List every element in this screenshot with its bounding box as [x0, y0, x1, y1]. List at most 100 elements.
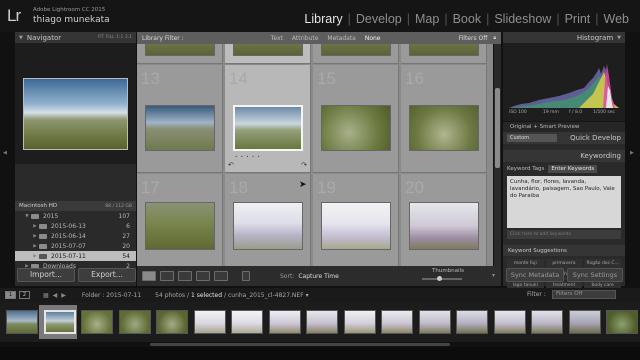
photo-thumbnail[interactable] [409, 44, 479, 56]
grid-cell[interactable]: 19 [313, 174, 399, 266]
right-panel-collapse-icon[interactable]: ▶ [630, 150, 634, 156]
grid-cell[interactable] [137, 44, 223, 64]
filter-none-tab[interactable]: None [365, 35, 381, 42]
filmstrip-thumbnail[interactable] [456, 310, 488, 334]
collapsed-arrow-icon[interactable]: ▶ [31, 234, 39, 239]
folder-row[interactable]: ▶ 2015-06-14 27 [15, 231, 136, 241]
filmstrip-folder[interactable]: Folder : 2015-07-11 [82, 292, 141, 299]
grid-cell[interactable] [401, 44, 487, 64]
main-window-button[interactable]: 1 [5, 291, 16, 299]
collapsed-arrow-icon[interactable]: ▶ [31, 254, 39, 259]
filter-text-tab[interactable]: Text [271, 35, 283, 42]
rotate-right-icon[interactable]: ↷ [301, 161, 307, 169]
import-button[interactable]: Import... [17, 268, 75, 282]
survey-view-icon[interactable] [196, 271, 210, 281]
painter-icon[interactable] [242, 271, 250, 281]
grid-cell[interactable] [313, 44, 399, 64]
filmstrip-thumbnail[interactable] [531, 310, 563, 334]
module-develop[interactable]: Develop [351, 12, 407, 26]
module-library[interactable]: Library [299, 12, 347, 26]
add-keywords-input[interactable]: Click here to add keywords [507, 230, 621, 239]
sort-select[interactable]: Capture Time [298, 273, 338, 280]
rating-dots[interactable]: • • • • • [235, 154, 261, 159]
folder-row[interactable]: ▶ 2015-07-11 54 [15, 251, 136, 261]
photo-thumbnail[interactable] [409, 105, 479, 151]
grid-cell-selected[interactable]: 14 • • • • • ↶ ↷ [225, 65, 311, 173]
filter-metadata-tab[interactable]: Metadata [327, 35, 355, 42]
module-slideshow[interactable]: Slideshow [489, 12, 556, 26]
grid-nav-arrows-icon[interactable]: ▦◀▶ [43, 292, 70, 299]
module-web[interactable]: Web [599, 12, 634, 26]
filter-status[interactable]: Filters Off [459, 35, 488, 42]
grid-scrollbar[interactable] [494, 44, 501, 266]
histogram[interactable]: ISO 100 19 mm f / 8.0 1/500 sec [503, 44, 625, 122]
filmstrip-thumbnail[interactable] [156, 310, 188, 334]
left-panel-collapse-icon[interactable]: ◀ [3, 150, 7, 156]
rotate-left-icon[interactable]: ↶ [228, 161, 234, 169]
filmstrip-thumbnail[interactable] [606, 310, 638, 334]
people-view-icon[interactable] [214, 271, 228, 281]
filmstrip-thumbnail[interactable] [118, 310, 151, 334]
toolbar-menu-icon[interactable]: ▾ [492, 272, 495, 279]
sync-metadata-button[interactable]: Sync Metadata [506, 268, 564, 282]
filmstrip-thumbnail[interactable] [268, 310, 301, 334]
filmstrip-thumbnail[interactable] [418, 310, 451, 334]
photo-thumbnail[interactable] [321, 105, 391, 151]
collapsed-arrow-icon[interactable]: ▶ [31, 244, 39, 249]
photo-thumbnail[interactable] [233, 202, 303, 250]
keywording-header[interactable]: Keywording [503, 150, 625, 162]
export-button[interactable]: Export... [78, 268, 136, 282]
thumbnail-size-slider-knob[interactable] [437, 276, 442, 281]
module-print[interactable]: Print [560, 12, 596, 26]
grid-cell[interactable]: 16 [401, 65, 487, 173]
quick-develop-preset-select[interactable]: Custom [507, 134, 557, 142]
keyword-tags-mode-select[interactable]: Enter Keywords [548, 165, 598, 173]
filmstrip-thumbnail[interactable] [343, 310, 376, 334]
photo-thumbnail[interactable] [409, 202, 479, 250]
grid-cell[interactable]: 15 [313, 65, 399, 173]
filmstrip-thumbnail[interactable] [6, 310, 38, 334]
photo-thumbnail[interactable] [233, 105, 303, 151]
filmstrip-thumbnail[interactable] [568, 310, 601, 334]
thumbnail-size-slider[interactable] [422, 276, 462, 281]
module-book[interactable]: Book [448, 12, 487, 26]
second-window-button[interactable]: 2 [19, 291, 30, 299]
photo-thumbnail[interactable] [145, 202, 215, 250]
compare-view-icon[interactable] [178, 271, 192, 281]
histogram-header[interactable]: Histogram ▼ [503, 32, 625, 44]
folder-row[interactable]: ▼ 2015 107 [15, 211, 136, 221]
module-map[interactable]: Map [410, 12, 444, 26]
grid-cell[interactable]: 13 [137, 65, 223, 173]
navigator-zoom-options[interactable]: FIT FILL 1:1 3:1 [98, 35, 132, 40]
filmstrip-filename[interactable]: / cunha_2015_cl-4827.NEF ▾ [224, 292, 309, 299]
lock-icon[interactable]: 🔒︎ [493, 35, 496, 41]
keywords-textarea[interactable]: Cunha, flor, flores, lavanda, lavandário… [507, 176, 621, 228]
filmstrip-thumbnail[interactable] [231, 310, 263, 334]
filmstrip-filter-select[interactable]: Filters Off [552, 290, 616, 299]
folder-row[interactable]: ▶ 2015-07-07 20 [15, 241, 136, 251]
filmstrip-thumbnail[interactable] [493, 310, 526, 334]
sync-settings-button[interactable]: Sync Settings [567, 268, 623, 282]
grid-scrollbar-thumb[interactable] [495, 88, 500, 168]
loupe-view-icon[interactable] [160, 271, 174, 281]
photo-thumbnail[interactable] [145, 105, 215, 151]
filmstrip-thumbnail[interactable] [81, 310, 113, 334]
collapsed-arrow-icon[interactable]: ▶ [31, 224, 39, 229]
folder-row[interactable]: ▶ 2015-06-13 6 [15, 221, 136, 231]
grid-cell[interactable]: 20 [401, 174, 487, 266]
quick-develop-header[interactable]: Custom Quick Develop [503, 132, 625, 144]
volume-row[interactable]: Macintosh HD 88 / 112 GB [15, 201, 136, 211]
grid-cell[interactable] [225, 44, 311, 64]
filmstrip-thumbnail[interactable] [193, 310, 226, 334]
filmstrip-scrollbar[interactable] [150, 343, 450, 346]
navigator-header[interactable]: ▼ Navigator FIT FILL 1:1 3:1 [15, 32, 136, 44]
grid-cell[interactable]: 17 [137, 174, 223, 266]
navigator-preview-image[interactable] [23, 78, 128, 150]
grid-view-icon[interactable] [142, 271, 156, 281]
expanded-arrow-icon[interactable]: ▼ [23, 214, 31, 219]
filmstrip-thumbnail-selected[interactable] [43, 310, 76, 334]
photo-thumbnail[interactable] [233, 44, 303, 56]
photo-thumbnail[interactable] [321, 202, 391, 250]
filmstrip-thumbnail[interactable] [306, 310, 338, 334]
filter-attribute-tab[interactable]: Attribute [292, 35, 319, 42]
